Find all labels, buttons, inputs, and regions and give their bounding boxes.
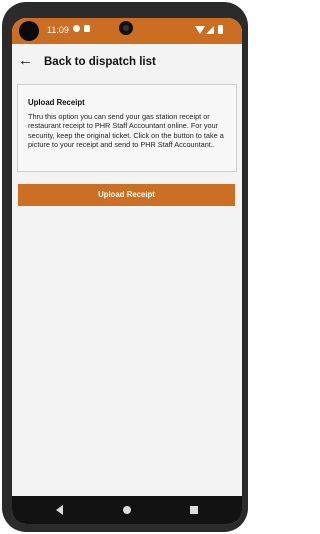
upload-receipt-button[interactable]: Upload Receipt	[18, 184, 235, 206]
nav-recents-icon[interactable]	[190, 506, 198, 514]
front-camera-hole	[19, 21, 39, 41]
card-description: Thru this option you can send your gas s…	[28, 112, 224, 149]
status-time: 11:09	[47, 25, 69, 35]
page-title[interactable]: Back to dispatch list	[44, 56, 156, 68]
system-nav-bar	[12, 496, 242, 524]
sd-card-icon	[84, 25, 90, 32]
signal-icon	[206, 26, 214, 34]
status-bar: 11:09	[12, 18, 242, 44]
wifi-icon	[195, 26, 205, 34]
card-title: Upload Receipt	[28, 98, 85, 107]
camera-icon	[119, 21, 133, 35]
app-bar: ← Back to dispatch list	[12, 44, 242, 80]
nav-back-icon[interactable]	[56, 505, 63, 515]
phone-frame: 11:09 ← Back to dispatch list Upload Rec…	[2, 2, 248, 532]
battery-icon	[218, 25, 223, 34]
nav-home-icon[interactable]	[123, 506, 131, 514]
back-arrow-icon[interactable]: ←	[18, 53, 33, 69]
notification-icon	[73, 25, 80, 32]
screen: 11:09 ← Back to dispatch list Upload Rec…	[12, 18, 242, 524]
upload-receipt-card: Upload Receipt Thru this option you can …	[17, 84, 237, 172]
